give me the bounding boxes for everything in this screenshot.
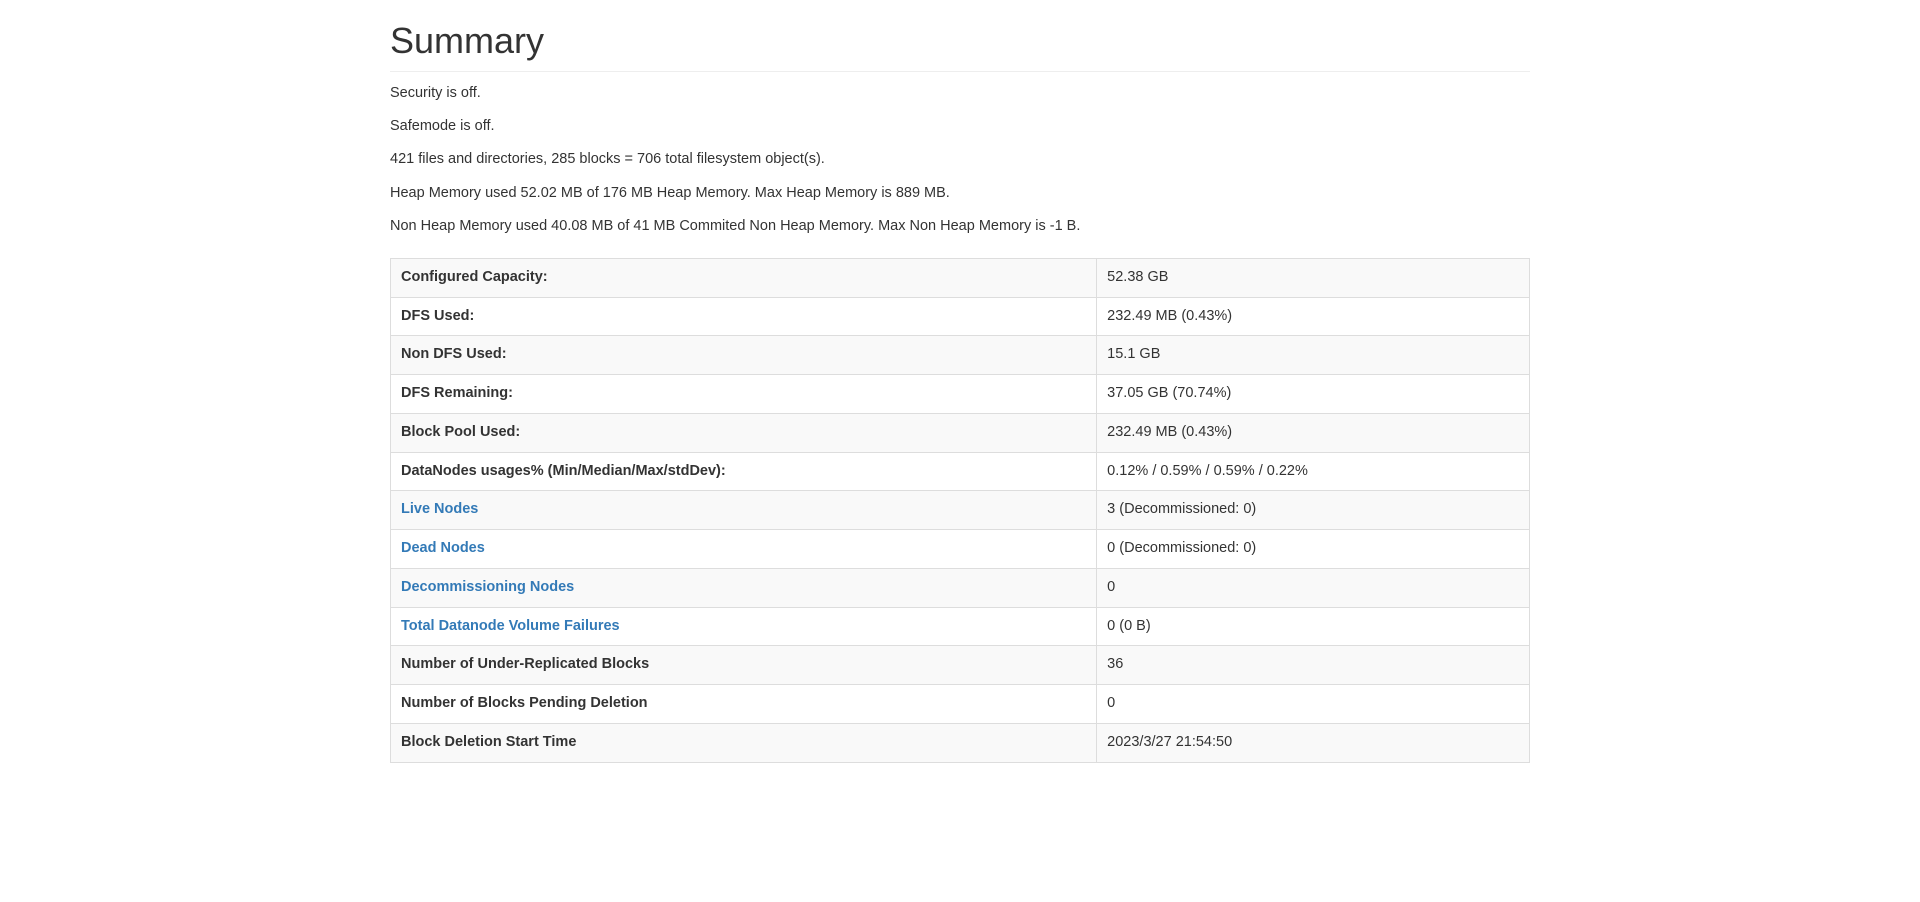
row-label: Live Nodes (391, 491, 1097, 530)
row-value: 232.49 MB (0.43%) (1097, 413, 1530, 452)
table-row: Dead Nodes 0 (Decommissioned: 0) (391, 530, 1530, 569)
table-row: DFS Used:232.49 MB (0.43%) (391, 297, 1530, 336)
table-row: Live Nodes 3 (Decommissioned: 0) (391, 491, 1530, 530)
row-label: Total Datanode Volume Failures (391, 607, 1097, 646)
table-row: Configured Capacity:52.38 GB (391, 258, 1530, 297)
table-row: DFS Remaining:37.05 GB (70.74%) (391, 375, 1530, 414)
summary-text-block: Security is off. Safemode is off. 421 fi… (390, 82, 1530, 238)
row-label-link[interactable]: Dead Nodes (401, 540, 485, 556)
row-value: 0 (Decommissioned: 0) (1097, 530, 1530, 569)
row-value: 0.12% / 0.59% / 0.59% / 0.22% (1097, 452, 1530, 491)
table-row: Block Deletion Start Time2023/3/27 21:54… (391, 723, 1530, 762)
row-label: Number of Blocks Pending Deletion (391, 685, 1097, 724)
row-label: Non DFS Used: (391, 336, 1097, 375)
non-heap-memory: Non Heap Memory used 40.08 MB of 41 MB C… (390, 215, 1530, 238)
main-container: Summary Security is off. Safemode is off… (375, 20, 1545, 763)
table-row: DataNodes usages% (Min/Median/Max/stdDev… (391, 452, 1530, 491)
row-label-link[interactable]: Live Nodes (401, 501, 478, 517)
row-label-link[interactable]: Total Datanode Volume Failures (401, 618, 620, 634)
table-row: Number of Blocks Pending Deletion0 (391, 685, 1530, 724)
row-label: Number of Under-Replicated Blocks (391, 646, 1097, 685)
row-label: Configured Capacity: (391, 258, 1097, 297)
filesystem-objects: 421 files and directories, 285 blocks = … (390, 148, 1530, 171)
row-value: 232.49 MB (0.43%) (1097, 297, 1530, 336)
row-label: DFS Used: (391, 297, 1097, 336)
row-value: 2023/3/27 21:54:50 (1097, 723, 1530, 762)
table-row: Total Datanode Volume Failures 0 (0 B) (391, 607, 1530, 646)
row-label: Decommissioning Nodes (391, 568, 1097, 607)
heap-memory: Heap Memory used 52.02 MB of 176 MB Heap… (390, 182, 1530, 205)
row-label: Dead Nodes (391, 530, 1097, 569)
row-value: 0 (0 B) (1097, 607, 1530, 646)
row-value: 3 (Decommissioned: 0) (1097, 491, 1530, 530)
row-value: 52.38 GB (1097, 258, 1530, 297)
row-label: DFS Remaining: (391, 375, 1097, 414)
table-row: Number of Under-Replicated Blocks36 (391, 646, 1530, 685)
table-row: Non DFS Used:15.1 GB (391, 336, 1530, 375)
security-status: Security is off. (390, 82, 1530, 105)
summary-table: Configured Capacity:52.38 GBDFS Used:232… (390, 258, 1530, 763)
safemode-status: Safemode is off. (390, 115, 1530, 138)
row-label: DataNodes usages% (Min/Median/Max/stdDev… (391, 452, 1097, 491)
page-title: Summary (390, 20, 1530, 72)
row-value: 36 (1097, 646, 1530, 685)
row-value: 15.1 GB (1097, 336, 1530, 375)
row-label-link[interactable]: Decommissioning Nodes (401, 579, 574, 595)
row-label: Block Deletion Start Time (391, 723, 1097, 762)
table-row: Decommissioning Nodes 0 (391, 568, 1530, 607)
row-value: 37.05 GB (70.74%) (1097, 375, 1530, 414)
table-row: Block Pool Used:232.49 MB (0.43%) (391, 413, 1530, 452)
row-value: 0 (1097, 685, 1530, 724)
row-label: Block Pool Used: (391, 413, 1097, 452)
row-value: 0 (1097, 568, 1530, 607)
